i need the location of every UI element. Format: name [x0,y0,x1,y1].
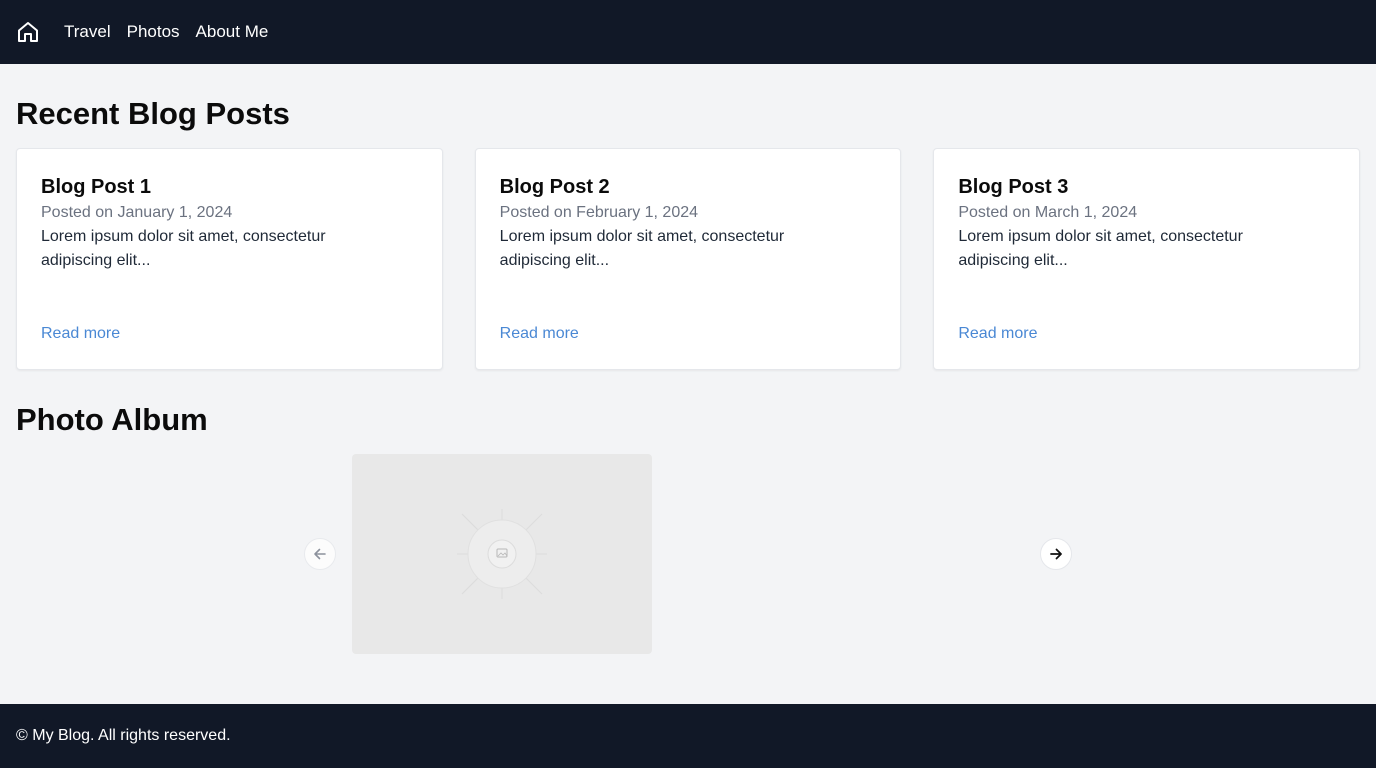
nav-link-about-me[interactable]: About Me [196,22,269,42]
read-more-link[interactable]: Read more [41,325,120,343]
blog-post-list: Blog Post 1 Posted on January 1, 2024 Lo… [16,148,1361,370]
carousel-next-button[interactable] [1040,538,1072,570]
blog-post-card: Blog Post 2 Posted on February 1, 2024 L… [474,148,902,370]
blog-post-date: Posted on January 1, 2024 [41,204,233,221]
photo-slide[interactable] [352,454,652,654]
blog-post-title: Blog Post 1 [41,176,152,198]
blog-post-title: Blog Post 3 [958,176,1069,198]
arrow-left-icon [314,548,326,560]
blog-section-title: Recent Blog Posts [16,96,290,131]
blog-post-excerpt: Lorem ipsum dolor sit amet, consectetur … [499,228,785,269]
home-icon [18,22,38,42]
blog-post-date: Posted on February 1, 2024 [499,204,699,221]
blog-post-excerpt: Lorem ipsum dolor sit amet, consectetur … [958,228,1243,269]
photo-carousel [304,454,1072,654]
home-link[interactable] [16,20,40,44]
carousel-prev-button[interactable] [304,538,336,570]
blog-post-card: Blog Post 1 Posted on January 1, 2024 Lo… [16,148,443,370]
blog-post-date: Posted on March 1, 2024 [958,204,1138,221]
blog-post-excerpt: Lorem ipsum dolor sit amet, consectetur … [41,228,326,269]
image-placeholder-icon [457,509,547,599]
footer-copyright: © My Blog. All rights reserved. [16,727,231,744]
read-more-link[interactable]: Read more [958,325,1037,343]
read-more-link[interactable]: Read more [500,325,579,343]
arrow-right-icon [1050,548,1062,560]
page-footer: © My Blog. All rights reserved. [0,704,1376,768]
nav-link-travel[interactable]: Travel [64,22,111,42]
nav-link-photos[interactable]: Photos [127,22,180,42]
blog-post-card: Blog Post 3 Posted on March 1, 2024 Lore… [933,148,1361,370]
top-navbar: Travel Photos About Me [0,0,1376,64]
blog-post-title: Blog Post 2 [499,176,610,198]
photo-album-title: Photo Album [16,402,208,437]
